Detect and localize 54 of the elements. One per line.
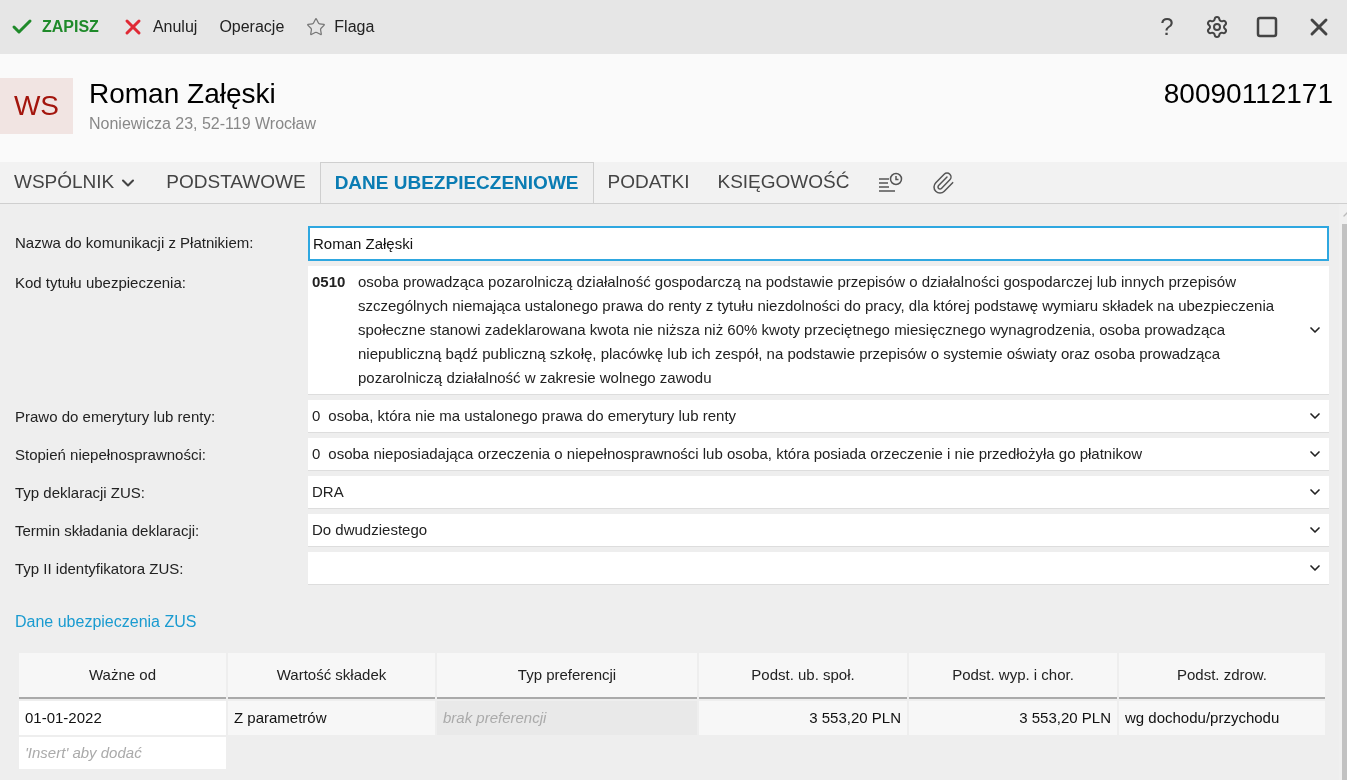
name-input[interactable]: Roman Załęski bbox=[308, 226, 1329, 261]
field-label: Typ deklaracji ZUS: bbox=[15, 483, 147, 503]
table-cell: 3 553,20 PLN bbox=[699, 701, 907, 735]
code-text: 0510 bbox=[312, 272, 347, 292]
table-cell: Z parametrów bbox=[228, 701, 435, 735]
tab[interactable]: DANE UBEZPIECZENIOWE bbox=[319, 162, 594, 203]
column-header: Podst. wyp. i chor. bbox=[909, 653, 1117, 699]
help-button[interactable]: ? bbox=[1155, 9, 1179, 45]
column-header: Wartość składek bbox=[228, 653, 435, 699]
field-label: Kod tytułu ubezpieczenia: bbox=[15, 273, 187, 293]
field-label: Nazwa do komunikacji z Płatnikiem: bbox=[15, 233, 255, 253]
maximize-icon[interactable] bbox=[1255, 15, 1279, 39]
value-text: osoba nieposiadająca orzeczenia o niepełnosprawności lub osoba, która posiada orzeczenie i nie przedłożyła go płatnikow bbox=[328, 444, 1143, 464]
tab[interactable]: KSIĘGOWOŚĆ bbox=[703, 162, 864, 203]
value-text: DRA bbox=[312, 482, 344, 502]
save-button[interactable]: ZAPISZ bbox=[10, 15, 99, 39]
field-label: Typ II identyfikatora ZUS: bbox=[15, 559, 185, 579]
cancel-button[interactable]: Anuluj bbox=[120, 15, 198, 39]
select-field[interactable] bbox=[308, 266, 1329, 395]
flag-button[interactable]: Flaga bbox=[306, 15, 375, 39]
person-name: Roman Załęski bbox=[89, 77, 277, 111]
select-field[interactable]: 0 osoba, która nie ma ustalonego prawa do emerytury lub renty bbox=[308, 400, 1329, 433]
settings-icon[interactable] bbox=[1205, 15, 1229, 39]
value-text: osoba, która nie ma ustalonego prawa do emerytury lub renty bbox=[328, 406, 737, 426]
tab[interactable]: PODATKI bbox=[593, 162, 704, 203]
column-header: Podst. zdrow. bbox=[1119, 653, 1325, 699]
value-text: osoba prowadząca pozarolniczą działalność gospodarczą na podstawie przepisów o działalności gospodarczej lub innych przepisów szczególnych niemająca ustalonego prawa do renty z tytułu niezdolności do pracy, dla której podstawę wymiaru składek na ubezpieczenia społeczne stanowi zadeklarowana kwota nie niższa niż 60% kwoty przeciętnego miesięcznego wynagrodzenia, osoba prowadząca niepubliczną bądź publiczną szkołę, placówkę lub ich zespół, na podstawie przepisów o systemie oświaty oraz osoba prowadząca pozarolniczą działalność w zakresie wolnego zawodu bbox=[358, 272, 1276, 388]
column-header: Typ preferencji bbox=[437, 653, 697, 699]
table-cell: wg dochodu/przychodu bbox=[1119, 701, 1325, 735]
column-header: Podst. ub. społ. bbox=[699, 653, 907, 699]
field-label: Prawo do emerytury lub renty: bbox=[15, 407, 217, 427]
list-clock-icon bbox=[877, 170, 904, 195]
code-text: 0 bbox=[312, 444, 322, 464]
initials-avatar: WS bbox=[0, 78, 73, 134]
column-header: Ważne od bbox=[19, 653, 226, 699]
table-cell: brak preferencji bbox=[437, 701, 697, 735]
plain-button[interactable]: Operacje bbox=[219, 15, 285, 39]
field-label: Termin składania deklaracji: bbox=[15, 521, 201, 541]
tab[interactable]: PODSTAWOWE bbox=[152, 162, 320, 203]
table-cell: 3 553,20 PLN bbox=[909, 701, 1117, 735]
id-number: 80090112171 bbox=[1163, 77, 1333, 111]
select-field[interactable]: 0 osoba nieposiadająca orzeczenia o niepełnosprawności lub osoba, która posiada orzeczenie i nie przedłożyła go płatnikow bbox=[308, 438, 1329, 471]
tab[interactable]: WSPÓLNIK bbox=[0, 162, 153, 203]
value-text: Do dwudziestego bbox=[312, 520, 428, 540]
select-field[interactable]: DRA bbox=[308, 476, 1329, 509]
address-text: Noniewicza 23, 52-119 Wrocław bbox=[89, 114, 317, 134]
select-field[interactable]: Do dwudziestego bbox=[308, 514, 1329, 547]
star-icon bbox=[306, 17, 327, 37]
section-title: Dane ubezpieczenia ZUS bbox=[15, 612, 198, 632]
paperclip-icon bbox=[931, 170, 956, 195]
select-field[interactable] bbox=[308, 552, 1329, 585]
field-label: Stopień niepełnosprawności: bbox=[15, 445, 207, 465]
table-cell: 01-01-2022 bbox=[19, 701, 226, 735]
code-text: 0 bbox=[312, 406, 322, 426]
